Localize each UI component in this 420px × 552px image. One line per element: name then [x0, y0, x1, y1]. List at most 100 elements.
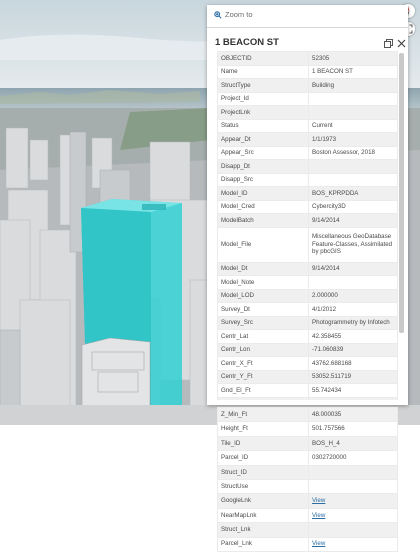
field-name: ProjectLnk [217, 105, 309, 120]
field-value: BOS_KPRPDDA [308, 186, 398, 201]
close-button[interactable] [396, 36, 407, 48]
scrollbar-thumb[interactable] [399, 53, 404, 333]
field-name: Status [217, 118, 309, 133]
dock-button[interactable] [383, 36, 394, 48]
field-value: 48.000035 [308, 406, 398, 423]
table-row: Centr_Lon -71.060839 [217, 342, 398, 357]
field-value: 42.358455 [308, 329, 398, 344]
table-row: Model_File Miscellaneous GeoDatabase Feat… [217, 226, 398, 263]
view-link[interactable]: View [312, 512, 325, 519]
table-row: Project_Id [217, 91, 398, 106]
table-row: ModelBatch 9/14/2014 [217, 213, 398, 228]
field-value: 9/14/2014 [308, 213, 398, 228]
attribute-table: OBJECTID 52305 Name 1 BEACON ST StructType Bu… [217, 51, 398, 400]
field-value [308, 464, 398, 480]
field-name: Struct_ID [217, 464, 309, 480]
field-name: Survey_Dt [217, 302, 309, 317]
table-row: Z_Min_Ft 48.000035 [217, 406, 398, 423]
table-row: Parcel_Lnk View [217, 536, 398, 552]
field-name: StructType [217, 78, 309, 93]
table-row: GoogleLnk View [217, 493, 398, 509]
table-row: Centr_Y_Ft 53052.511719 [217, 369, 398, 384]
table-row: Survey_Dt 4/1/2012 [217, 302, 398, 317]
table-row: Model_Cred Cybercity3D [217, 199, 398, 214]
field-name: Parcel_ID [217, 450, 309, 466]
field-value: View [308, 493, 398, 509]
field-value: 43762.688168 [308, 356, 398, 371]
field-value: View [308, 507, 398, 524]
field-name: Appear_Src [217, 145, 309, 160]
field-name: Survey_Src [217, 315, 309, 330]
field-name: NearMapLnk [217, 507, 309, 524]
field-value: 557.500000 [308, 396, 398, 400]
field-name: Gnd_El_Ft [217, 383, 309, 398]
field-name: Model_LOD [217, 288, 309, 303]
zoom-to-label: Zoom to [225, 10, 253, 19]
table-row: Survey_Src Photogrammetry by Infotech [217, 315, 398, 330]
field-name: Parcel_Lnk [217, 536, 309, 552]
field-value: Photogrammetry by Infotech [308, 315, 398, 330]
field-name: Model_Dt [217, 261, 309, 276]
field-name: Centr_Y_Ft [217, 369, 309, 384]
zoom-to-button[interactable]: Zoom to [214, 10, 253, 19]
field-value: Building [308, 78, 398, 93]
field-name: Z_Max_Ft [217, 396, 309, 400]
table-row: Appear_Dt 1/1/1973 [217, 132, 398, 147]
table-row: Tile_ID BOS_H_4 [217, 435, 398, 452]
field-value [308, 91, 398, 106]
table-row: Struct_ID [217, 464, 398, 480]
field-value [308, 478, 398, 495]
field-name: StructUse [217, 478, 309, 495]
field-name: Model_Cred [217, 199, 309, 214]
field-name: OBJECTID [217, 51, 309, 66]
field-name: ModelBatch [217, 213, 309, 228]
field-value: BOS_H_4 [308, 435, 398, 452]
table-row: Parcel_ID 0302720000 [217, 450, 398, 466]
field-name: Centr_Lat [217, 329, 309, 344]
field-name: Tile_ID [217, 435, 309, 452]
field-value: 1/1/1973 [308, 132, 398, 147]
field-value [308, 275, 398, 290]
table-row: Model_ID BOS_KPRPDDA [217, 186, 398, 201]
popup-title: 1 BEACON ST [215, 37, 279, 48]
field-name: Centr_Lon [217, 342, 309, 357]
field-value: Cybercity3D [308, 199, 398, 214]
field-name: Model_File [217, 226, 309, 263]
field-value: 52305 [308, 51, 398, 66]
table-row: Disapp_Src [217, 172, 398, 187]
zoom-to-icon [214, 10, 222, 19]
attribute-table-continued: Z_Min_Ft 48.000035 Height_Ft 501.757566 Tile… [217, 406, 398, 552]
field-value: Current [308, 118, 398, 133]
field-value: -71.060839 [308, 342, 398, 357]
table-row: Gnd_El_Ft 55.742434 [217, 383, 398, 398]
attribute-table-extra: Z_Min_Ft 48.000035 Height_Ft 501.757566 Tile… [217, 406, 398, 552]
field-value [308, 172, 398, 187]
field-value: View [308, 536, 398, 552]
field-name: Disapp_Dt [217, 159, 309, 174]
field-value: Miscellaneous GeoDatabase Feature-Classe… [308, 226, 398, 263]
field-name: Name [217, 64, 309, 79]
field-value: 55.742434 [308, 383, 398, 398]
table-row: OBJECTID 52305 [217, 51, 398, 66]
table-row: ProjectLnk [217, 105, 398, 120]
field-name: Height_Ft [217, 421, 309, 437]
popup-toolbar: Zoom to [207, 5, 408, 28]
close-icon [397, 39, 406, 48]
table-row: Struct_Lnk [217, 522, 398, 538]
attribute-table-container[interactable]: OBJECTID 52305 Name 1 BEACON ST StructType Bu… [217, 51, 398, 400]
table-row: Height_Ft 501.757566 [217, 421, 398, 437]
field-name: Appear_Dt [217, 132, 309, 147]
table-row: Disapp_Dt [217, 159, 398, 174]
field-value: Boston Assessor, 2018 [308, 145, 398, 160]
table-row: Status Current [217, 118, 398, 133]
field-value [308, 105, 398, 120]
popup-scrollbar[interactable] [399, 51, 404, 400]
view-link[interactable]: View [312, 540, 325, 547]
field-value [308, 522, 398, 538]
field-name: Centr_X_Ft [217, 356, 309, 371]
field-value: 2.000000 [308, 288, 398, 303]
field-value: 1 BEACON ST [308, 64, 398, 79]
table-row: Model_LOD 2.000000 [217, 288, 398, 303]
view-link[interactable]: View [312, 497, 325, 504]
field-name: Model_Note [217, 275, 309, 290]
